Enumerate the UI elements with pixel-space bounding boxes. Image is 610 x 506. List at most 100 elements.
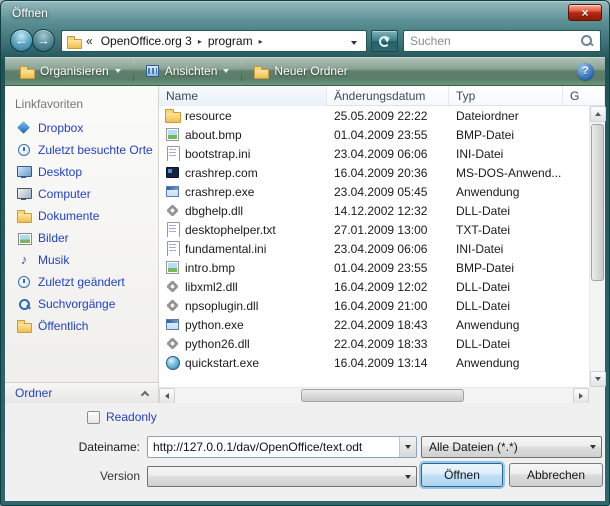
- breadcrumb[interactable]: « OpenOffice.org 3 ▸ program ▸: [61, 30, 367, 52]
- toolbar-separator: [241, 61, 242, 81]
- sidebar: Linkfavoriten Dropbox Zuletzt besuchte O…: [5, 86, 159, 403]
- breadcrumb-overflow-button[interactable]: «: [84, 34, 95, 48]
- close-button[interactable]: ×: [568, 4, 602, 21]
- file-type: INI-Datei: [449, 242, 563, 256]
- open-button[interactable]: Öffnen: [421, 463, 503, 487]
- filetype-dropdown-button[interactable]: [584, 445, 601, 449]
- chevron-down-icon: [590, 445, 596, 449]
- toolbar: Organisieren Ansichten Neuer Ordner ?: [5, 57, 605, 86]
- breadcrumb-dropdown-button[interactable]: [347, 34, 361, 48]
- chevron-down-icon: [351, 41, 357, 45]
- column-header-size[interactable]: G: [563, 86, 605, 106]
- desktop-icon: [17, 165, 31, 179]
- file-date: 23.04.2009 05:45: [327, 185, 449, 199]
- cancel-button[interactable]: Abbrechen: [509, 463, 603, 487]
- file-row[interactable]: python26.dll 22.04.2009 18:33 DLL-Datei: [159, 334, 589, 353]
- title-bar[interactable]: Öffnen ×: [1, 1, 609, 26]
- scroll-up-button[interactable]: [590, 106, 606, 122]
- sidebar-item-dropbox[interactable]: Dropbox: [5, 117, 158, 139]
- version-label: Version: [5, 469, 140, 483]
- help-button[interactable]: ?: [577, 63, 594, 80]
- readonly-label[interactable]: Readonly: [106, 410, 157, 424]
- sidebar-item-public-folder[interactable]: Öffentlich: [5, 315, 158, 337]
- file-row[interactable]: bootstrap.ini 23.04.2009 06:06 INI-Datei: [159, 144, 589, 163]
- file-row[interactable]: libxml2.dll 16.04.2009 12:02 DLL-Datei: [159, 277, 589, 296]
- computer-icon: [17, 187, 31, 201]
- folders-bar[interactable]: Ordner: [5, 382, 158, 403]
- version-select[interactable]: [147, 466, 417, 487]
- back-button[interactable]: ←: [10, 29, 33, 52]
- sidebar-item-pictures[interactable]: Bilder: [5, 227, 158, 249]
- chevron-down-icon: [405, 475, 411, 479]
- scroll-right-button[interactable]: [573, 388, 589, 404]
- file-date: 01.04.2009 23:55: [327, 261, 449, 275]
- organize-label: Organisieren: [40, 64, 109, 78]
- breadcrumb-item-openoffice[interactable]: OpenOffice.org 3: [98, 34, 195, 48]
- column-header-name[interactable]: Name: [159, 86, 327, 106]
- file-row[interactable]: desktophelper.txt 27.01.2009 13:00 TXT-D…: [159, 220, 589, 239]
- sidebar-item-documents-folder[interactable]: Dokumente: [5, 205, 158, 227]
- filename-combobox[interactable]: [147, 436, 417, 458]
- breadcrumb-separator-icon: ▸: [259, 37, 263, 46]
- new-folder-label: Neuer Ordner: [274, 64, 347, 78]
- file-row[interactable]: npsoplugin.dll 16.04.2009 21:00 DLL-Date…: [159, 296, 589, 315]
- file-row[interactable]: about.bmp 01.04.2009 23:55 BMP-Datei: [159, 125, 589, 144]
- vertical-scroll-thumb[interactable]: [591, 124, 604, 281]
- file-type: BMP-Datei: [449, 261, 563, 275]
- scroll-down-button[interactable]: [590, 371, 606, 387]
- dropbox-icon: [17, 121, 31, 135]
- filename-dropdown-button[interactable]: [399, 437, 416, 457]
- file-row[interactable]: dbghelp.dll 14.12.2002 12:32 DLL-Datei: [159, 201, 589, 220]
- file-date: 16.04.2009 21:00: [327, 299, 449, 313]
- chevron-down-icon: [223, 69, 229, 73]
- search-input[interactable]: [410, 34, 580, 48]
- file-row[interactable]: fundamental.ini 23.04.2009 06:06 INI-Dat…: [159, 239, 589, 258]
- sidebar-item-label: Zuletzt besuchte Orte: [38, 143, 153, 157]
- open-dialog-window: Öffnen × ← → « OpenOffice.org 3 ▸ progra…: [0, 0, 610, 506]
- file-row[interactable]: python.exe 22.04.2009 18:43 Anwendung: [159, 315, 589, 334]
- file-row[interactable]: intro.bmp 01.04.2009 23:55 BMP-Datei: [159, 258, 589, 277]
- file-row[interactable]: crashrep.exe 23.04.2009 05:45 Anwendung: [159, 182, 589, 201]
- vertical-scrollbar[interactable]: [589, 106, 605, 387]
- version-dropdown-button[interactable]: [399, 475, 416, 479]
- file-row[interactable]: crashrep.com 16.04.2009 20:36 MS-DOS-Anw…: [159, 163, 589, 182]
- readonly-checkbox[interactable]: [87, 411, 100, 424]
- forward-button[interactable]: →: [32, 29, 55, 52]
- new-folder-button[interactable]: Neuer Ordner: [245, 61, 356, 81]
- scrollbar-corner: [589, 387, 605, 403]
- filetype-select[interactable]: Alle Dateien (*.*): [421, 436, 602, 458]
- breadcrumb-item-program[interactable]: program: [205, 34, 256, 48]
- file-date: 22.04.2009 18:43: [327, 318, 449, 332]
- folders-label: Ordner: [15, 386, 52, 400]
- file-name: python26.dll: [185, 337, 250, 351]
- horizontal-scroll-thumb[interactable]: [301, 389, 464, 402]
- search-box[interactable]: [403, 30, 601, 52]
- file-row[interactable]: quickstart.exe 16.04.2009 13:14 Anwendun…: [159, 353, 589, 372]
- file-name: fundamental.ini: [185, 242, 266, 256]
- sidebar-item-recent-changed[interactable]: Zuletzt geändert: [5, 271, 158, 293]
- file-name: desktophelper.txt: [185, 223, 276, 237]
- back-arrow-icon: ←: [15, 34, 28, 47]
- file-row[interactable]: resource 25.05.2009 22:22 Dateiordner: [159, 106, 589, 125]
- horizontal-scrollbar[interactable]: [159, 387, 589, 403]
- scroll-left-button[interactable]: [159, 388, 175, 404]
- column-header-date[interactable]: Änderungsdatum: [327, 86, 449, 106]
- app-icon: [165, 184, 180, 199]
- column-header-type[interactable]: Typ: [449, 86, 563, 106]
- refresh-button[interactable]: [371, 30, 398, 52]
- triangle-left-icon: [165, 393, 169, 399]
- file-type: Anwendung: [449, 356, 563, 370]
- sidebar-item-label: Bilder: [38, 231, 69, 245]
- sidebar-header: Linkfavoriten: [5, 93, 158, 117]
- sidebar-item-computer[interactable]: Computer: [5, 183, 158, 205]
- sidebar-item-recent-places[interactable]: Zuletzt besuchte Orte: [5, 139, 158, 161]
- window-title: Öffnen: [12, 6, 48, 20]
- views-button[interactable]: Ansichten: [137, 61, 239, 81]
- organize-button[interactable]: Organisieren: [11, 61, 130, 81]
- sidebar-item-search-folder[interactable]: Suchvorgänge: [5, 293, 158, 315]
- file-date: 23.04.2009 06:06: [327, 242, 449, 256]
- sidebar-item-music-note[interactable]: ♪ Musik: [5, 249, 158, 271]
- sidebar-item-desktop[interactable]: Desktop: [5, 161, 158, 183]
- filename-input[interactable]: [148, 437, 399, 457]
- file-name: quickstart.exe: [185, 356, 259, 370]
